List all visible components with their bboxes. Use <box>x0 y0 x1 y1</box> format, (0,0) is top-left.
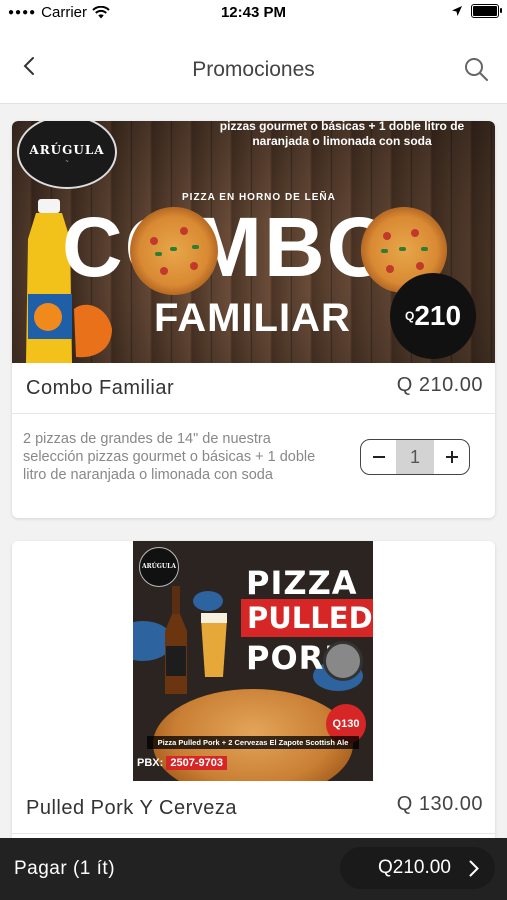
promo-card[interactable]: ARÚGULA PIZZA PULLED PORK Q130 Pizza Pul… <box>12 541 495 861</box>
headline-pizza: PIZZA <box>246 564 358 602</box>
decrement-button[interactable] <box>361 440 396 474</box>
brand-logo: ARÚGULA <box>139 547 179 587</box>
badge-currency: Q <box>404 309 415 323</box>
phone-number: 2507-9703 <box>166 756 227 770</box>
promo-image: ARÚGULA ~ pizzas gourmet o básicas + 1 d… <box>12 121 495 363</box>
beer-bottle-image <box>165 586 187 694</box>
plus-icon <box>445 451 458 463</box>
item-name: Combo Familiar <box>26 377 175 399</box>
divider <box>12 413 495 414</box>
search-icon[interactable] <box>463 56 489 82</box>
price-badge: Q210 <box>390 273 476 359</box>
image-caption: Pizza Pulled Pork + 2 Cervezas El Zapote… <box>147 736 359 749</box>
badge-amount: 210 <box>414 300 462 331</box>
pizza-image <box>130 207 218 295</box>
beer-glass-image <box>201 613 227 677</box>
phone-prefix: PBX: <box>137 757 164 769</box>
quantity-value[interactable]: 1 <box>396 440 434 474</box>
headline-pulled: PULLED <box>241 599 373 637</box>
divider <box>12 833 495 834</box>
page-title: Promociones <box>192 58 315 81</box>
splash-decoration <box>193 591 223 611</box>
status-time: 12:43 PM <box>220 4 287 21</box>
status-right <box>451 4 502 18</box>
item-name: Pulled Pork Y Cerveza <box>26 797 237 819</box>
minus-icon <box>372 456 385 458</box>
location-icon <box>452 6 462 16</box>
status-bar: ●●●● Carrier 12:43 PM <box>0 0 507 26</box>
item-description: 2 pizzas de grandes de 14" de nuestra se… <box>23 431 316 483</box>
item-price: Q 130.00 <box>396 793 483 815</box>
image-top-text: pizzas gourmet o básicas + 1 doble litro… <box>219 121 465 148</box>
phone-label: PBX: 2507-9703 <box>137 756 227 770</box>
logo-text: ARÚGULA <box>29 143 105 157</box>
pay-button[interactable]: Pagar (1 ít) <box>14 858 115 880</box>
pizza-cutter-image <box>323 641 363 681</box>
checkout-bar: Pagar (1 ít) Q210.00 <box>0 838 507 900</box>
total-amount: Q210.00 <box>378 857 451 878</box>
chevron-right-icon <box>469 860 479 877</box>
checkout-total-button[interactable]: Q210.00 <box>340 847 495 889</box>
promo-image: ARÚGULA PIZZA PULLED PORK Q130 Pizza Pul… <box>133 541 373 781</box>
quantity-stepper: 1 <box>360 439 470 475</box>
headline-familiar: FAMILIAR <box>154 296 351 340</box>
item-price: Q 210.00 <box>396 374 483 396</box>
headline-combo: COMBO <box>62 200 394 294</box>
increment-button[interactable] <box>434 440 469 474</box>
logo-leaf-icon: ~ <box>65 159 69 165</box>
promo-card[interactable]: ARÚGULA ~ pizzas gourmet o básicas + 1 d… <box>12 121 495 518</box>
nav-bar: Promociones <box>0 26 507 104</box>
battery-icon <box>471 4 502 18</box>
